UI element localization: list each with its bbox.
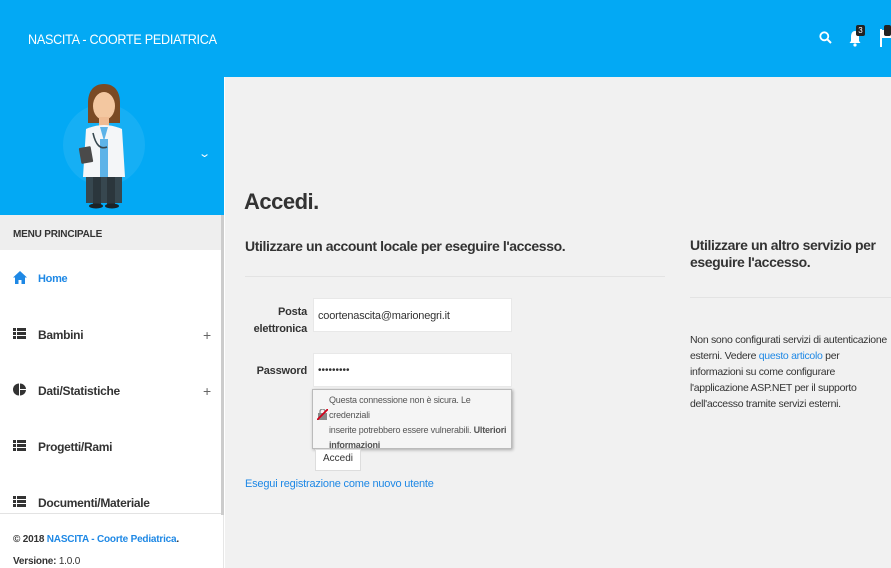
- sidebar-item-progetti-rami[interactable]: Progetti/Rami: [0, 419, 221, 475]
- page-title: Accedi.: [244, 189, 319, 214]
- sidebar-item-dati-statistiche[interactable]: Dati/Statistiche +: [0, 363, 221, 419]
- search-icon[interactable]: [819, 31, 832, 47]
- sidebar-footer: © 2018 NASCITA - Coorte Pediatrica. Vers…: [0, 513, 221, 568]
- list-icon: [13, 328, 27, 342]
- expand-icon[interactable]: +: [203, 383, 211, 399]
- external-login-heading: Utilizzare un altro servizio per eseguir…: [690, 237, 876, 270]
- external-login-info: Non sono configurati servizi di autentic…: [690, 332, 891, 412]
- notification-badge: 3: [856, 25, 865, 36]
- version-label: Versione:: [13, 556, 57, 567]
- password-label: Password: [256, 365, 308, 377]
- password-field[interactable]: •••••••••: [313, 353, 512, 387]
- copyright: © 2018 NASCITA - Coorte Pediatrica.: [13, 529, 221, 551]
- sidebar-item-label: Progetti/Rami: [38, 440, 113, 454]
- article-link[interactable]: questo articolo: [759, 350, 823, 362]
- login-button[interactable]: Accedi: [315, 449, 361, 471]
- tooltip-line2: inserite potrebbero essere vulnerabili.: [329, 425, 472, 435]
- flag-badge: [884, 25, 891, 36]
- email-field[interactable]: coortenascita@marionegri.it: [313, 298, 512, 332]
- sidebar-item-label: Bambini: [38, 328, 84, 342]
- sidebar-item-home[interactable]: Home: [0, 251, 221, 307]
- sidebar-scrollbar[interactable]: [221, 215, 224, 515]
- app-title[interactable]: NASCITA - COORTE PEDIATRICA: [28, 31, 217, 47]
- local-account-heading: Utilizzare un account locale per eseguir…: [245, 238, 566, 254]
- tooltip-more-link[interactable]: Ulteriori: [474, 425, 507, 435]
- main-content: Accedi. Utilizzare un account locale per…: [225, 77, 891, 568]
- chevron-down-icon[interactable]: ⌄: [198, 147, 211, 160]
- list-icon: [13, 440, 27, 454]
- insecure-connection-tooltip: Questa connessione non è sicura. Le cred…: [312, 389, 512, 450]
- sidebar-item-label: Dati/Statistiche: [38, 384, 120, 398]
- version-value: 1.0.0: [56, 556, 81, 567]
- expand-icon[interactable]: +: [203, 327, 211, 343]
- register-link[interactable]: Esegui registrazione come nuovo utente: [245, 478, 434, 490]
- avatar[interactable]: [63, 81, 145, 209]
- version: Versione: 1.0.0: [13, 551, 221, 568]
- copyright-link[interactable]: NASCITA - Coorte Pediatrica: [47, 534, 177, 545]
- pie-chart-icon: [13, 383, 27, 399]
- sidebar-item-bambini[interactable]: Bambini +: [0, 307, 221, 363]
- sidebar: ⌄ MENU PRINCIPALE Home Bambini + Dati/St…: [0, 77, 224, 568]
- home-icon: [13, 271, 27, 287]
- copyright-prefix: © 2018: [13, 534, 47, 545]
- sidebar-item-label: Documenti/Materiale: [38, 496, 150, 510]
- menu-header: MENU PRINCIPALE: [0, 215, 221, 250]
- divider: [690, 297, 891, 298]
- copyright-suffix: .: [176, 534, 179, 545]
- insecure-lock-icon: [317, 409, 328, 420]
- list-icon: [13, 496, 27, 510]
- email-label-line1: Posta: [278, 306, 307, 318]
- top-app-bar: NASCITA - COORTE PEDIATRICA 3: [0, 0, 891, 77]
- email-label: Posta elettronica: [245, 304, 308, 338]
- sidebar-item-label: Home: [38, 273, 68, 285]
- tooltip-line1: Questa connessione non è sicura. Le cred…: [329, 395, 471, 420]
- divider: [245, 276, 665, 277]
- user-profile-panel: ⌄: [0, 77, 224, 215]
- email-label-line2: elettronica: [253, 323, 308, 335]
